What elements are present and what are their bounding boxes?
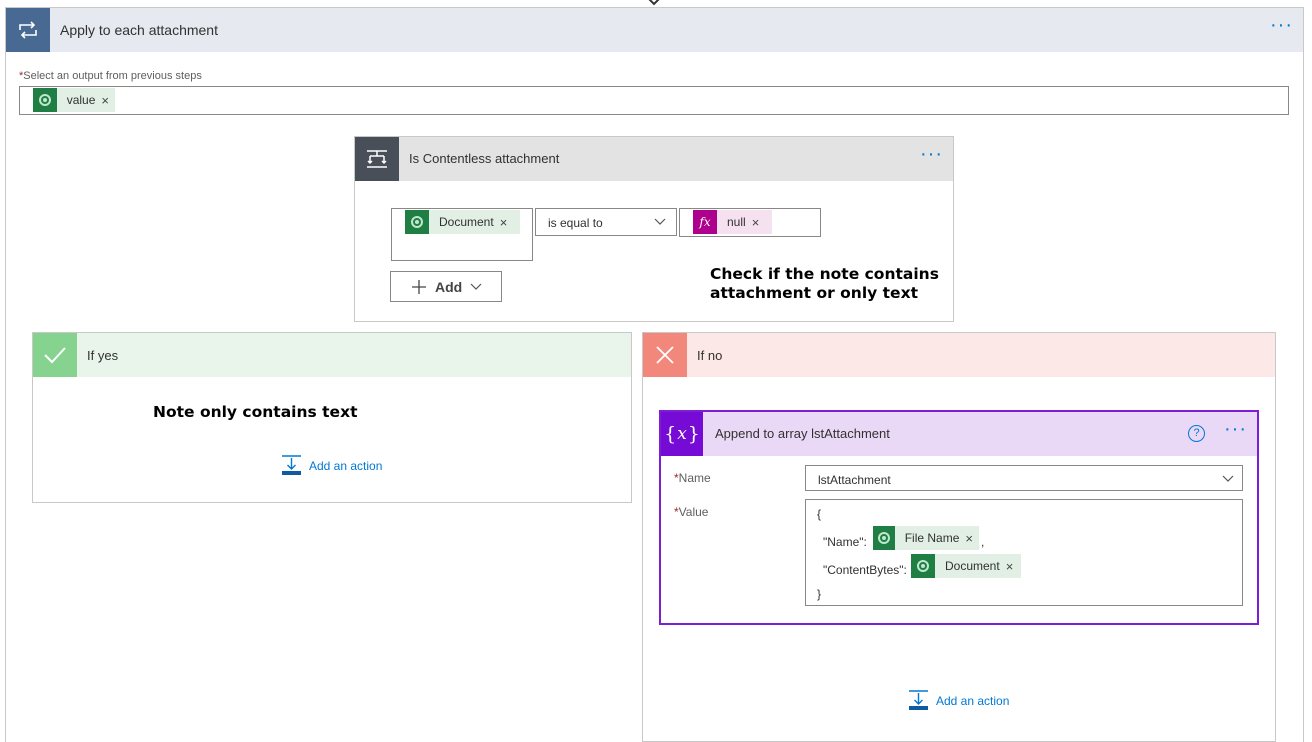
select-output-label: *Select an output from previous steps <box>19 70 202 82</box>
add-action-icon <box>909 690 928 710</box>
chevron-down-icon <box>654 218 666 225</box>
expression-fx-icon: fx <box>693 210 717 234</box>
condition-header[interactable]: Is Contentless attachment ··· <box>355 137 953 181</box>
condition-title: Is Contentless attachment <box>409 151 560 166</box>
help-icon[interactable]: ? <box>1188 425 1205 442</box>
name-dropdown-value: lstAttachment <box>818 473 891 487</box>
close-x-icon <box>643 333 687 377</box>
add-condition-button[interactable]: Add <box>390 271 502 302</box>
dataverse-icon <box>405 210 429 234</box>
append-title: Append to array lstAttachment <box>715 426 890 441</box>
connector-arrow-icon <box>645 0 663 6</box>
select-output-field[interactable] <box>19 86 1289 115</box>
operator-value: is equal to <box>548 216 603 230</box>
value-comma: , <box>981 535 985 549</box>
value-editor[interactable] <box>805 499 1243 606</box>
remove-token-icon[interactable]: × <box>963 531 979 546</box>
loop-title: Apply to each attachment <box>60 22 218 38</box>
checkmark-icon <box>33 333 77 377</box>
if-no-add-action[interactable]: Add an action <box>908 690 1009 711</box>
condition-icon <box>355 137 399 181</box>
if-yes-title: If yes <box>87 348 119 363</box>
if-no-header[interactable]: If no <box>643 333 1275 377</box>
value-name-key: "Name": <box>823 535 867 549</box>
append-to-array-header[interactable]: {x} Append to array lstAttachment ? ··· <box>661 412 1257 456</box>
chevron-down-icon <box>470 283 482 290</box>
null-expression-token: fx null × <box>693 210 772 234</box>
add-button-label: Add <box>435 278 463 295</box>
value-token: value × <box>33 88 115 112</box>
apply-to-each-header[interactable]: Apply to each attachment ··· <box>6 8 1303 52</box>
value-content-key: "ContentBytes": <box>823 563 907 577</box>
if-yes-annotation: Note only contains text <box>153 403 358 421</box>
if-yes-header[interactable]: If yes <box>33 333 631 377</box>
plus-icon <box>412 279 426 294</box>
dataverse-icon <box>873 526 895 550</box>
document-token: Document × <box>911 554 1021 578</box>
remove-token-icon[interactable]: × <box>750 215 766 230</box>
value-open-brace: { <box>817 507 822 521</box>
operator-dropdown[interactable]: is equal to <box>535 208 677 236</box>
if-no-title: If no <box>697 348 723 363</box>
document-token: Document × <box>405 210 520 234</box>
condition-more-options-icon[interactable]: ··· <box>920 144 943 164</box>
loop-icon <box>6 8 50 52</box>
condition-annotation: Check if the note contains attachment or… <box>710 265 939 302</box>
value-field-label: *Value <box>674 505 709 519</box>
name-dropdown[interactable]: lstAttachment <box>805 465 1243 491</box>
remove-token-icon[interactable]: × <box>1004 559 1020 574</box>
loop-more-options-icon[interactable]: ··· <box>1270 15 1293 35</box>
remove-token-icon[interactable]: × <box>99 93 115 108</box>
chevron-down-icon <box>1222 475 1234 482</box>
variable-icon: {x} <box>661 412 703 456</box>
remove-token-icon[interactable]: × <box>498 215 514 230</box>
dataverse-icon <box>33 88 57 112</box>
value-close-brace: } <box>817 587 822 601</box>
name-field-label: *Name <box>674 471 711 485</box>
dataverse-icon <box>911 554 935 578</box>
if-yes-add-action[interactable]: Add an action <box>281 455 382 476</box>
append-more-options-icon[interactable]: ··· <box>1224 419 1247 439</box>
add-action-icon <box>282 455 301 475</box>
file-name-token: File Name × <box>873 526 979 550</box>
